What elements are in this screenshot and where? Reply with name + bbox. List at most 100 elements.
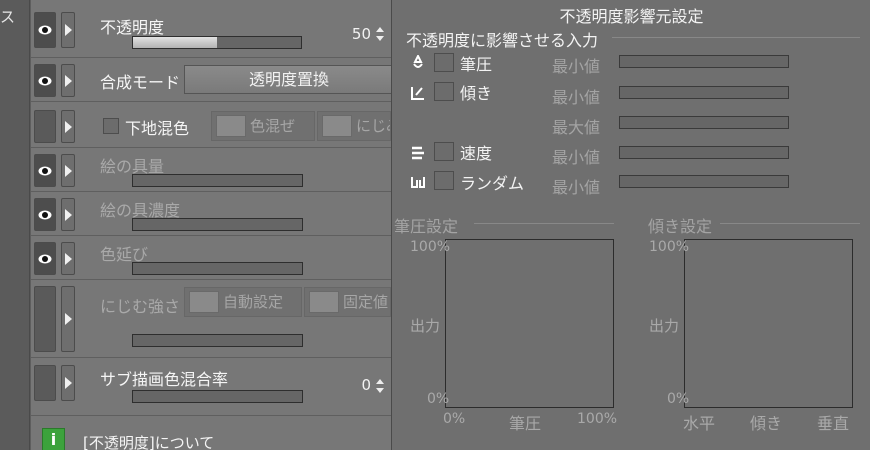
pressure-graph-x-right: 100% — [577, 411, 618, 427]
divider — [612, 37, 860, 38]
blend-mode-label: 合成モード — [100, 73, 181, 92]
eye-icon — [38, 210, 52, 219]
blur-strength-slider — [132, 334, 303, 347]
pen-pressure-icon — [413, 55, 423, 68]
pressure-graph-x-label: 筆圧 — [509, 414, 542, 433]
blur-strength-row: にじむ強さ 自動設定 固定値 — [31, 280, 391, 358]
tilt-graph-title: 傾き設定 — [648, 217, 713, 236]
paint-density-visibility-toggle[interactable] — [34, 198, 56, 231]
tilt-min-label: 最小値 — [552, 88, 601, 107]
sub-color-mix-slider[interactable] — [132, 390, 303, 403]
speed-label: 速度 — [460, 144, 493, 163]
random-icon — [411, 177, 425, 188]
eye-icon — [38, 76, 52, 85]
tilt-graph-x-label: 傾き — [750, 414, 783, 433]
pressure-graph-y-top: 100% — [410, 239, 451, 255]
paint-density-row: 絵の具濃度 — [31, 192, 391, 236]
info-icon[interactable]: i — [42, 428, 65, 450]
color-mix-label: 色混ぜ — [250, 117, 296, 135]
color-stretch-expand-button[interactable] — [61, 242, 75, 275]
sub-color-visibility-toggle[interactable] — [34, 365, 56, 401]
tilt-icon — [411, 87, 424, 100]
tilt-curve-graph[interactable] — [684, 239, 853, 408]
auto-setting-button: 自動設定 — [184, 287, 302, 317]
pressure-checkbox[interactable] — [434, 53, 454, 72]
eye-icon — [38, 25, 52, 35]
color-stretch-row: 色延び — [31, 236, 391, 280]
speed-min-slider — [619, 146, 789, 159]
opacity-spin-icon[interactable] — [376, 27, 384, 41]
sub-color-mix-row: サブ描画色混合率 0 — [31, 358, 391, 416]
blend-expand-button[interactable] — [61, 64, 75, 97]
divider — [720, 223, 860, 224]
blend-visibility-toggle[interactable] — [34, 64, 56, 97]
blend-mode-select[interactable]: 透明度置換 — [184, 65, 394, 94]
speed-icon — [412, 146, 424, 160]
sub-color-mix-value: 0 — [361, 376, 371, 394]
popup-title: 不透明度影響元設定 — [559, 7, 704, 26]
info-link[interactable]: [不透明度]について — [83, 432, 214, 450]
blur-mix-button: にじみ — [317, 111, 391, 141]
sidebar-text: ス — [0, 8, 16, 26]
auto-setting-label: 自動設定 — [223, 293, 284, 311]
speed-min-label: 最小値 — [552, 148, 601, 167]
color-stretch-visibility-toggle[interactable] — [34, 242, 56, 275]
opacity-slider[interactable] — [132, 36, 302, 49]
random-label: ランダム — [460, 174, 525, 193]
paint-amount-slider — [132, 174, 303, 187]
eye-icon — [38, 254, 52, 263]
tilt-graph-y-bottom: 0% — [667, 391, 690, 407]
color-stretch-slider — [132, 262, 303, 275]
pressure-graph-y-bottom: 0% — [427, 391, 450, 407]
pressure-curve-graph[interactable] — [445, 239, 614, 408]
chevron-right-icon — [65, 208, 72, 221]
tilt-label: 傾き — [460, 84, 493, 103]
pressure-graph-y-label: 出力 — [410, 317, 441, 335]
opacity-value: 50 — [351, 25, 371, 43]
tilt-graph-x-right: 垂直 — [817, 414, 850, 433]
tilt-graph-y-top: 100% — [649, 239, 690, 255]
random-min-label: 最小値 — [552, 178, 601, 197]
opacity-slider-fill — [133, 37, 217, 48]
paint-amount-row: 絵の具量 — [31, 148, 391, 192]
blur-strength-label: にじむ強さ — [100, 297, 181, 316]
speed-checkbox[interactable] — [434, 142, 454, 161]
fixed-value-button: 固定値 — [304, 287, 391, 317]
left-sidebar: ス — [0, 0, 30, 450]
pressure-min-label: 最小値 — [552, 57, 601, 76]
underlay-expand-button[interactable] — [61, 110, 75, 143]
chevron-right-icon — [65, 164, 72, 177]
pressure-min-slider — [619, 55, 789, 68]
underlay-checkbox[interactable] — [103, 118, 119, 134]
auto-setting-icon — [189, 291, 219, 313]
paint-amount-visibility-toggle[interactable] — [34, 154, 56, 187]
blur-strength-visibility-toggle[interactable] — [34, 286, 56, 352]
blur-mix-icon — [322, 115, 352, 137]
tilt-checkbox[interactable] — [434, 82, 454, 101]
paint-density-slider — [132, 218, 303, 231]
tilt-max-label: 最大値 — [552, 118, 601, 137]
brush-property-panel: 不透明度 50 合成モード 透明度置換 下地混色 色混ぜ にじみ 絵の具量 — [31, 0, 394, 450]
chevron-right-icon — [65, 377, 72, 389]
random-checkbox[interactable] — [434, 171, 454, 190]
underlay-visibility-toggle[interactable] — [34, 110, 56, 143]
underlay-label: 下地混色 — [125, 119, 190, 138]
pressure-label: 筆圧 — [460, 55, 493, 74]
sub-color-mix-spin-icon[interactable] — [376, 379, 384, 393]
opacity-expand-button[interactable] — [61, 12, 75, 48]
paint-amount-expand-button[interactable] — [61, 154, 75, 187]
blur-strength-expand-button[interactable] — [61, 286, 75, 352]
sub-color-mix-label: サブ描画色混合率 — [100, 370, 229, 389]
color-mix-icon — [216, 115, 246, 137]
chevron-right-icon — [65, 252, 72, 265]
fixed-value-icon — [309, 291, 339, 313]
random-min-slider — [619, 175, 789, 188]
chevron-right-icon — [65, 313, 72, 325]
tilt-min-slider — [619, 86, 789, 99]
blur-mix-label: にじみ — [356, 117, 390, 135]
chevron-right-icon — [65, 24, 72, 36]
opacity-visibility-toggle[interactable] — [34, 12, 56, 48]
eye-icon — [38, 166, 52, 175]
paint-density-expand-button[interactable] — [61, 198, 75, 231]
sub-color-expand-button[interactable] — [61, 365, 75, 401]
